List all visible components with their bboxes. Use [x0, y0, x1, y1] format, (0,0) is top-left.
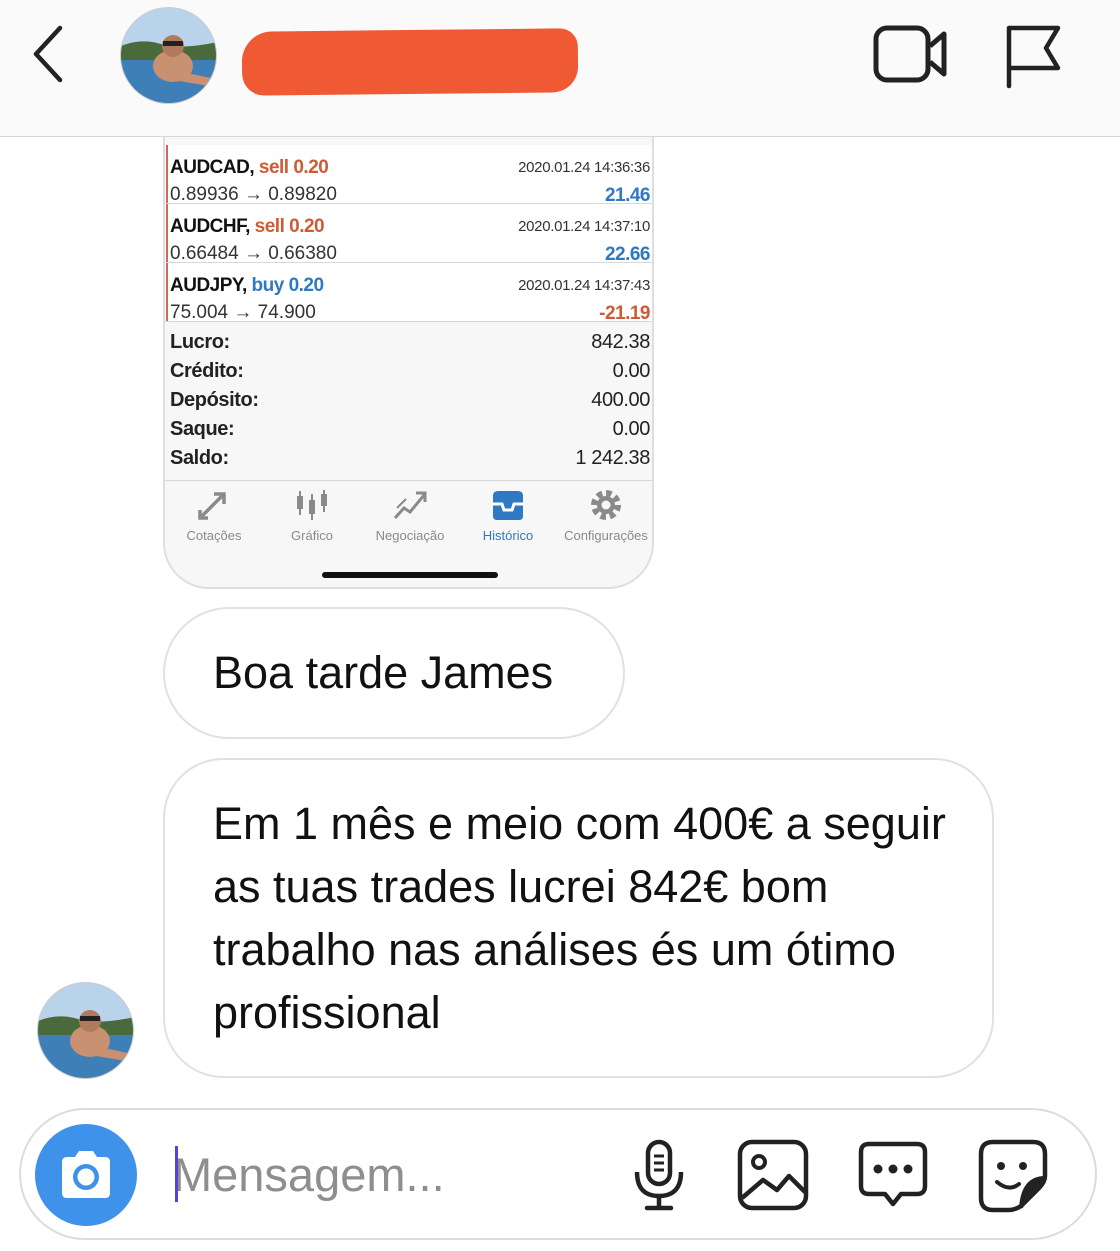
more-options-button[interactable]	[855, 1136, 931, 1214]
report-button[interactable]	[1002, 20, 1064, 90]
summary-value: 400.00	[591, 389, 650, 411]
gear-icon	[591, 490, 621, 520]
gallery-button[interactable]	[735, 1136, 811, 1214]
back-button[interactable]	[26, 22, 76, 86]
message-input[interactable]	[173, 1140, 593, 1208]
trade-time: 2020.01.24 14:36:36	[518, 159, 650, 176]
trade-row: AUDJPY, buy 0.20 75.004 → 74.900 2020.01…	[165, 263, 652, 324]
message-bubble[interactable]: Em 1 mês e meio com 400€ a seguir as tua…	[163, 758, 994, 1078]
shared-screenshot[interactable]: AUDCAD, sell 0.20 0.89936 → 0.89820 2020…	[163, 137, 654, 589]
account-summary: Lucro: 842.38 Crédito: 0.00 Depósito: 40…	[165, 323, 652, 481]
summary-row-profit: Lucro: 842.38	[170, 331, 650, 360]
message-composer	[19, 1108, 1097, 1240]
tab-history[interactable]: Histórico	[459, 488, 557, 548]
summary-label: Lucro:	[170, 331, 230, 353]
tab-quotes[interactable]: Cotações	[165, 488, 263, 548]
trade-symbol: AUDJPY,	[170, 275, 247, 296]
summary-row-credit: Crédito: 0.00	[170, 360, 650, 389]
chat-header	[0, 0, 1120, 137]
trade-profit: -21.19	[599, 303, 650, 324]
trade-symbol: AUDCAD,	[170, 157, 255, 178]
tab-label: Gráfico	[291, 528, 333, 543]
summary-label: Saque:	[170, 418, 235, 440]
voice-message-button[interactable]	[621, 1136, 697, 1214]
tab-trade[interactable]: Negociação	[361, 488, 459, 548]
camera-icon	[62, 1151, 110, 1198]
sticker-button[interactable]	[975, 1136, 1051, 1214]
redacted-username	[241, 28, 579, 96]
trade-action: sell 0.20	[258, 157, 329, 178]
trade-time: 2020.01.24 14:37:43	[518, 277, 650, 294]
tab-label: Negociação	[375, 528, 445, 543]
trade-prices: 0.89936 → 0.89820	[170, 184, 337, 205]
summary-label: Crédito:	[170, 360, 244, 382]
quotes-arrows-icon	[198, 492, 226, 520]
summary-row-balance: Saldo: 1 242.38	[170, 447, 650, 476]
trade-prices: 0.66484 → 0.66380	[170, 243, 337, 264]
trade-time: 2020.01.24 14:37:10	[518, 218, 650, 235]
tab-label: Configurações	[564, 528, 648, 543]
home-indicator	[322, 572, 498, 578]
trade-action: sell 0.20	[254, 216, 325, 237]
trade-row: AUDCHF, sell 0.20 0.66484 → 0.66380 2020…	[165, 204, 652, 265]
contact-avatar[interactable]	[120, 7, 217, 104]
trade-row: AUDCAD, sell 0.20 0.89936 → 0.89820 2020…	[165, 145, 652, 206]
tab-chart[interactable]: Gráfico	[263, 488, 361, 548]
sender-avatar[interactable]	[37, 982, 134, 1079]
summary-value: 0.00	[612, 360, 651, 382]
tab-settings[interactable]: Configurações	[557, 488, 652, 548]
summary-value: 1 242.38	[575, 447, 650, 469]
camera-button[interactable]	[35, 1124, 137, 1226]
message-bubble[interactable]: Boa tarde James	[163, 607, 625, 739]
microphone-icon	[634, 1139, 684, 1211]
trade-symbol: AUDCHF,	[170, 216, 250, 237]
summary-value: 0.00	[612, 418, 651, 440]
chat-dots-icon	[858, 1141, 928, 1207]
text-caret	[175, 1146, 178, 1202]
tab-label: Histórico	[482, 528, 534, 543]
sticker-icon	[978, 1139, 1048, 1213]
summary-row-withdrawal: Saque: 0.00	[170, 418, 650, 447]
trade-action: buy 0.20	[251, 275, 325, 296]
chevron-left-icon	[33, 25, 63, 83]
video-camera-icon	[873, 25, 947, 83]
trade-prices: 75.004 → 74.900	[170, 302, 316, 323]
trade-chart-icon	[393, 491, 427, 520]
summary-label: Saldo:	[170, 447, 229, 469]
video-call-button[interactable]	[872, 22, 950, 86]
candlestick-chart-icon	[297, 490, 327, 520]
summary-row-deposit: Depósito: 400.00	[170, 389, 650, 418]
summary-label: Depósito:	[170, 389, 259, 411]
summary-value: 842.38	[591, 331, 650, 353]
tab-label: Cotações	[186, 528, 242, 543]
image-icon	[737, 1139, 809, 1211]
app-tab-bar: Cotações Gráfico Negociação Histórico Co…	[165, 482, 652, 587]
inbox-history-icon	[493, 491, 523, 520]
flag-icon	[1006, 25, 1061, 89]
